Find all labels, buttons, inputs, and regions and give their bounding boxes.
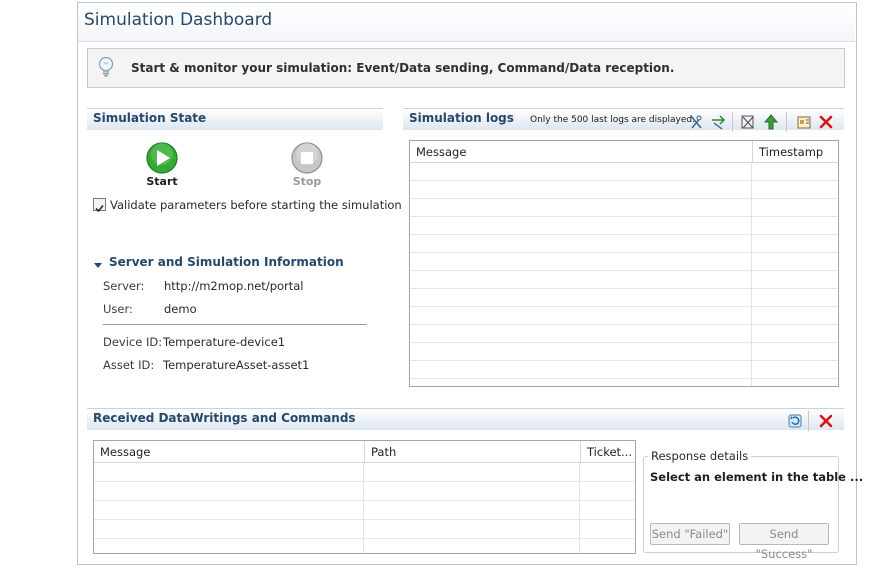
- asset-id-value: TemperatureAsset-asset1: [163, 358, 310, 372]
- table-row[interactable]: [410, 163, 838, 181]
- response-details-legend: Response details: [648, 449, 752, 463]
- table-row[interactable]: [410, 217, 838, 235]
- start-label[interactable]: Start: [132, 175, 192, 188]
- lightbulb-icon: [96, 56, 116, 78]
- table-row[interactable]: [410, 307, 838, 325]
- table-row[interactable]: [410, 289, 838, 307]
- server-value: http://m2mop.net/portal: [164, 279, 304, 293]
- user-label: User:: [103, 302, 133, 316]
- column-header-message[interactable]: Message: [410, 141, 752, 163]
- device-id-value: Temperature-device1: [163, 335, 286, 349]
- filter-events-icon[interactable]: [688, 114, 704, 130]
- filter-commands-icon[interactable]: [710, 114, 726, 130]
- table-row[interactable]: [94, 539, 635, 553]
- table-row[interactable]: [410, 361, 838, 379]
- checkmark-icon: [95, 204, 104, 213]
- toolbar-separator: [732, 112, 733, 132]
- user-value: demo: [164, 302, 197, 316]
- table-row[interactable]: [410, 325, 838, 343]
- table-row[interactable]: [410, 253, 838, 271]
- table-row[interactable]: [94, 501, 635, 520]
- logs-table[interactable]: Message Timestamp: [409, 140, 839, 387]
- toolbar-separator: [808, 411, 809, 431]
- table-row[interactable]: [94, 520, 635, 539]
- server-label: Server:: [103, 279, 145, 293]
- device-id-label: Device ID:: [103, 335, 163, 349]
- table-row[interactable]: [410, 271, 838, 289]
- column-header-timestamp[interactable]: Timestamp: [752, 141, 838, 163]
- response-placeholder: Select an element in the table ...: [650, 470, 864, 484]
- info-divider: [103, 324, 367, 325]
- table-row[interactable]: [410, 343, 838, 361]
- table-row[interactable]: [410, 199, 838, 217]
- play-icon: [146, 142, 178, 174]
- export-logs-icon[interactable]: [796, 114, 812, 130]
- validate-checkbox[interactable]: [93, 198, 106, 213]
- table-row[interactable]: [410, 181, 838, 199]
- send-failed-button[interactable]: Send "Failed": [650, 523, 730, 545]
- logs-note: Only the 500 last logs are displayed.: [530, 115, 695, 125]
- scroll-lock-icon[interactable]: [763, 114, 779, 130]
- simulation-state-title: Simulation State: [93, 111, 207, 125]
- table-row[interactable]: [94, 463, 635, 482]
- column-header-path[interactable]: Path: [364, 441, 580, 463]
- close-icon[interactable]: [818, 413, 834, 429]
- column-header-ticket[interactable]: Ticket...: [580, 441, 635, 463]
- refresh-icon[interactable]: [787, 413, 803, 429]
- column-header-message[interactable]: Message: [94, 441, 364, 463]
- banner-text: Start & monitor your simulation: Event/D…: [131, 61, 675, 75]
- stop-label[interactable]: Stop: [277, 175, 337, 188]
- simulation-logs-title: Simulation logs: [409, 111, 514, 125]
- server-info-title[interactable]: Server and Simulation Information: [109, 255, 344, 269]
- stop-icon: [291, 142, 323, 174]
- table-row[interactable]: [410, 235, 838, 253]
- table-row[interactable]: [94, 482, 635, 501]
- send-success-button[interactable]: Send "Success": [739, 523, 829, 561]
- close-icon[interactable]: [818, 114, 834, 130]
- page-title: Simulation Dashboard: [84, 10, 273, 30]
- received-table[interactable]: Message Path Ticket...: [93, 440, 636, 554]
- validate-label[interactable]: Validate parameters before starting the …: [110, 198, 402, 212]
- toolbar-separator: [786, 112, 787, 132]
- clear-logs-icon[interactable]: [740, 114, 756, 130]
- collapse-arrow-icon[interactable]: [93, 256, 103, 268]
- received-title: Received DataWritings and Commands: [93, 411, 356, 425]
- asset-id-label: Asset ID:: [103, 358, 155, 372]
